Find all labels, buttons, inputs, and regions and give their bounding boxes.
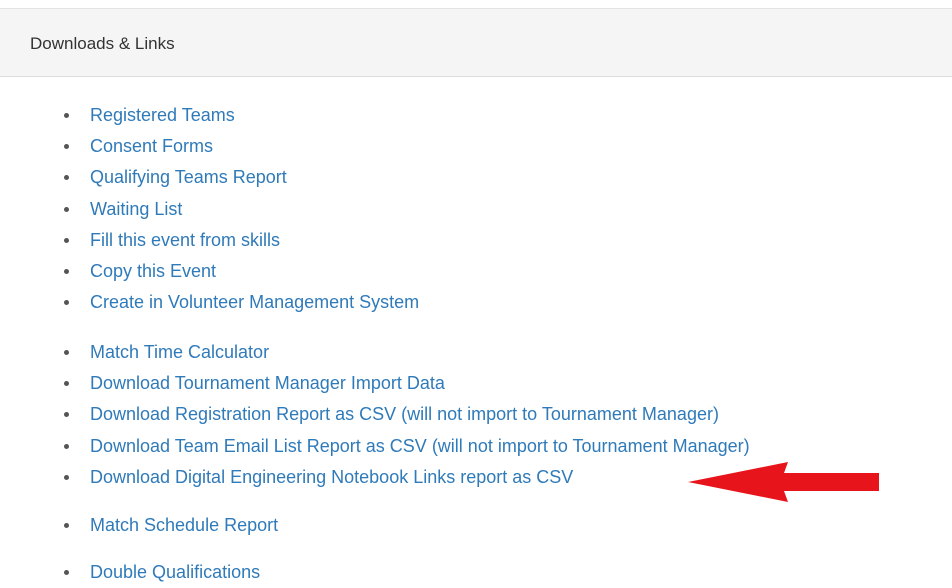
fill-event-from-skills-link[interactable]: Fill this event from skills [90,230,280,250]
match-time-calculator-link[interactable]: Match Time Calculator [90,342,269,362]
list-item: Download Registration Report as CSV (wil… [0,399,952,430]
bullet-icon [64,113,69,118]
left-arrow-shape [688,462,879,502]
download-engineering-notebook-links-link[interactable]: Download Digital Engineering Notebook Li… [90,467,573,487]
registered-teams-link[interactable]: Registered Teams [90,105,235,125]
download-registration-report-link[interactable]: Download Registration Report as CSV (wil… [90,404,719,424]
consent-forms-link[interactable]: Consent Forms [90,136,213,156]
links-group-schedule: Match Schedule Report [0,510,952,541]
list-item: Download Team Email List Report as CSV (… [0,431,952,462]
list-item: Download Tournament Manager Import Data [0,368,952,399]
list-item: Match Schedule Report [0,510,952,541]
bullet-icon [64,206,69,212]
bullet-icon [64,350,69,355]
left-arrow-icon [688,462,879,502]
bullet-icon [64,381,69,387]
list-item: Registered Teams [0,100,952,131]
list-item: Copy this Event [0,256,952,287]
bullet-icon [64,175,69,181]
bullet-icon [64,268,69,274]
list-item: Fill this event from skills [0,225,952,256]
list-item: Create in Volunteer Management System [0,287,952,318]
links-group-general: Registered Teams Consent Forms Qualifyin… [0,100,952,318]
create-in-volunteer-management-link[interactable]: Create in Volunteer Management System [90,292,419,312]
match-schedule-report-link[interactable]: Match Schedule Report [90,515,278,535]
list-item: Double Qualifications [0,557,952,588]
bullet-icon [64,570,69,575]
panel-heading: Downloads & Links [0,9,952,77]
bullet-icon [64,237,69,243]
bullet-icon [64,300,69,306]
download-team-email-list-link[interactable]: Download Team Email List Report as CSV (… [90,436,750,456]
bullet-icon [64,443,69,449]
qualifying-teams-report-link[interactable]: Qualifying Teams Report [90,167,287,187]
list-item: Consent Forms [0,131,952,162]
links-group-qualifications: Double Qualifications [0,557,952,588]
bullet-icon [64,144,69,150]
double-qualifications-link[interactable]: Double Qualifications [90,562,260,582]
copy-event-link[interactable]: Copy this Event [90,261,216,281]
bullet-icon [64,474,69,480]
list-item: Qualifying Teams Report [0,162,952,193]
bullet-icon [64,412,69,418]
bullet-icon [64,523,69,528]
list-item: Waiting List [0,194,952,225]
panel-title: Downloads & Links [30,34,175,53]
waiting-list-link[interactable]: Waiting List [90,199,182,219]
list-item: Match Time Calculator [0,337,952,368]
download-tm-import-data-link[interactable]: Download Tournament Manager Import Data [90,373,445,393]
